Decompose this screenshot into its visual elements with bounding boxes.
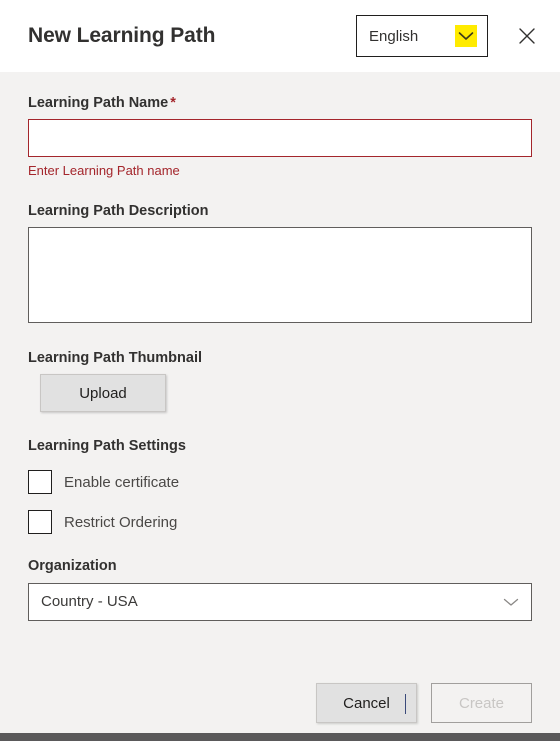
learning-path-description-input[interactable] bbox=[28, 227, 532, 324]
learning-path-thumbnail-group: Learning Path Thumbnail Upload bbox=[28, 349, 532, 413]
chevron-down-icon bbox=[455, 25, 477, 47]
cancel-button[interactable]: Cancel bbox=[316, 683, 417, 723]
chevron-down-icon bbox=[503, 597, 519, 607]
language-select[interactable]: English bbox=[356, 15, 488, 57]
learning-path-name-label-text: Learning Path Name bbox=[28, 95, 169, 111]
cancel-button-label: Cancel bbox=[343, 694, 390, 712]
create-button: Create bbox=[431, 683, 532, 723]
learning-path-name-label: Learning Path Name * bbox=[28, 94, 532, 112]
checkbox-label-enable-certificate: Enable certificate bbox=[64, 473, 180, 491]
close-button[interactable] bbox=[510, 19, 544, 53]
learning-path-name-error: Enter Learning Path name bbox=[28, 163, 180, 179]
new-learning-path-dialog: New Learning Path English Learning Path … bbox=[0, 0, 560, 741]
required-marker: * bbox=[170, 95, 176, 111]
close-icon bbox=[517, 26, 537, 46]
checkbox-row-enable-certificate[interactable]: Enable certificate bbox=[28, 469, 532, 495]
upload-button[interactable]: Upload bbox=[40, 374, 166, 413]
checkbox-row-restrict-ordering[interactable]: Restrict Ordering bbox=[28, 509, 532, 535]
learning-path-description-label: Learning Path Description bbox=[28, 203, 209, 220]
window-bottom-bar bbox=[0, 733, 560, 741]
learning-path-name-group: Learning Path Name * Enter Learning Path … bbox=[28, 94, 532, 180]
dialog-header: New Learning Path English bbox=[0, 0, 560, 72]
organization-label: Organization bbox=[28, 558, 117, 575]
learning-path-settings-label: Learning Path Settings bbox=[28, 438, 186, 455]
learning-path-name-input[interactable] bbox=[28, 119, 532, 158]
text-cursor bbox=[405, 694, 406, 714]
learning-path-description-group: Learning Path Description bbox=[28, 202, 532, 324]
language-select-value: English bbox=[369, 27, 419, 45]
learning-path-settings-group: Learning Path Settings Enable certificat… bbox=[28, 437, 532, 535]
organization-select[interactable]: Country - USA bbox=[28, 582, 532, 621]
page-title: New Learning Path bbox=[28, 24, 216, 47]
dialog-body: Learning Path Name * Enter Learning Path … bbox=[0, 72, 560, 665]
organization-select-value: Country - USA bbox=[41, 593, 138, 611]
checkbox-label-restrict-ordering: Restrict Ordering bbox=[64, 513, 178, 531]
learning-path-thumbnail-label: Learning Path Thumbnail bbox=[28, 350, 203, 367]
organization-group: Organization Country - USA bbox=[28, 557, 532, 621]
checkbox-restrict-ordering[interactable] bbox=[28, 510, 52, 535]
checkbox-enable-certificate[interactable] bbox=[28, 470, 52, 495]
dialog-footer: Cancel Create bbox=[0, 665, 560, 741]
